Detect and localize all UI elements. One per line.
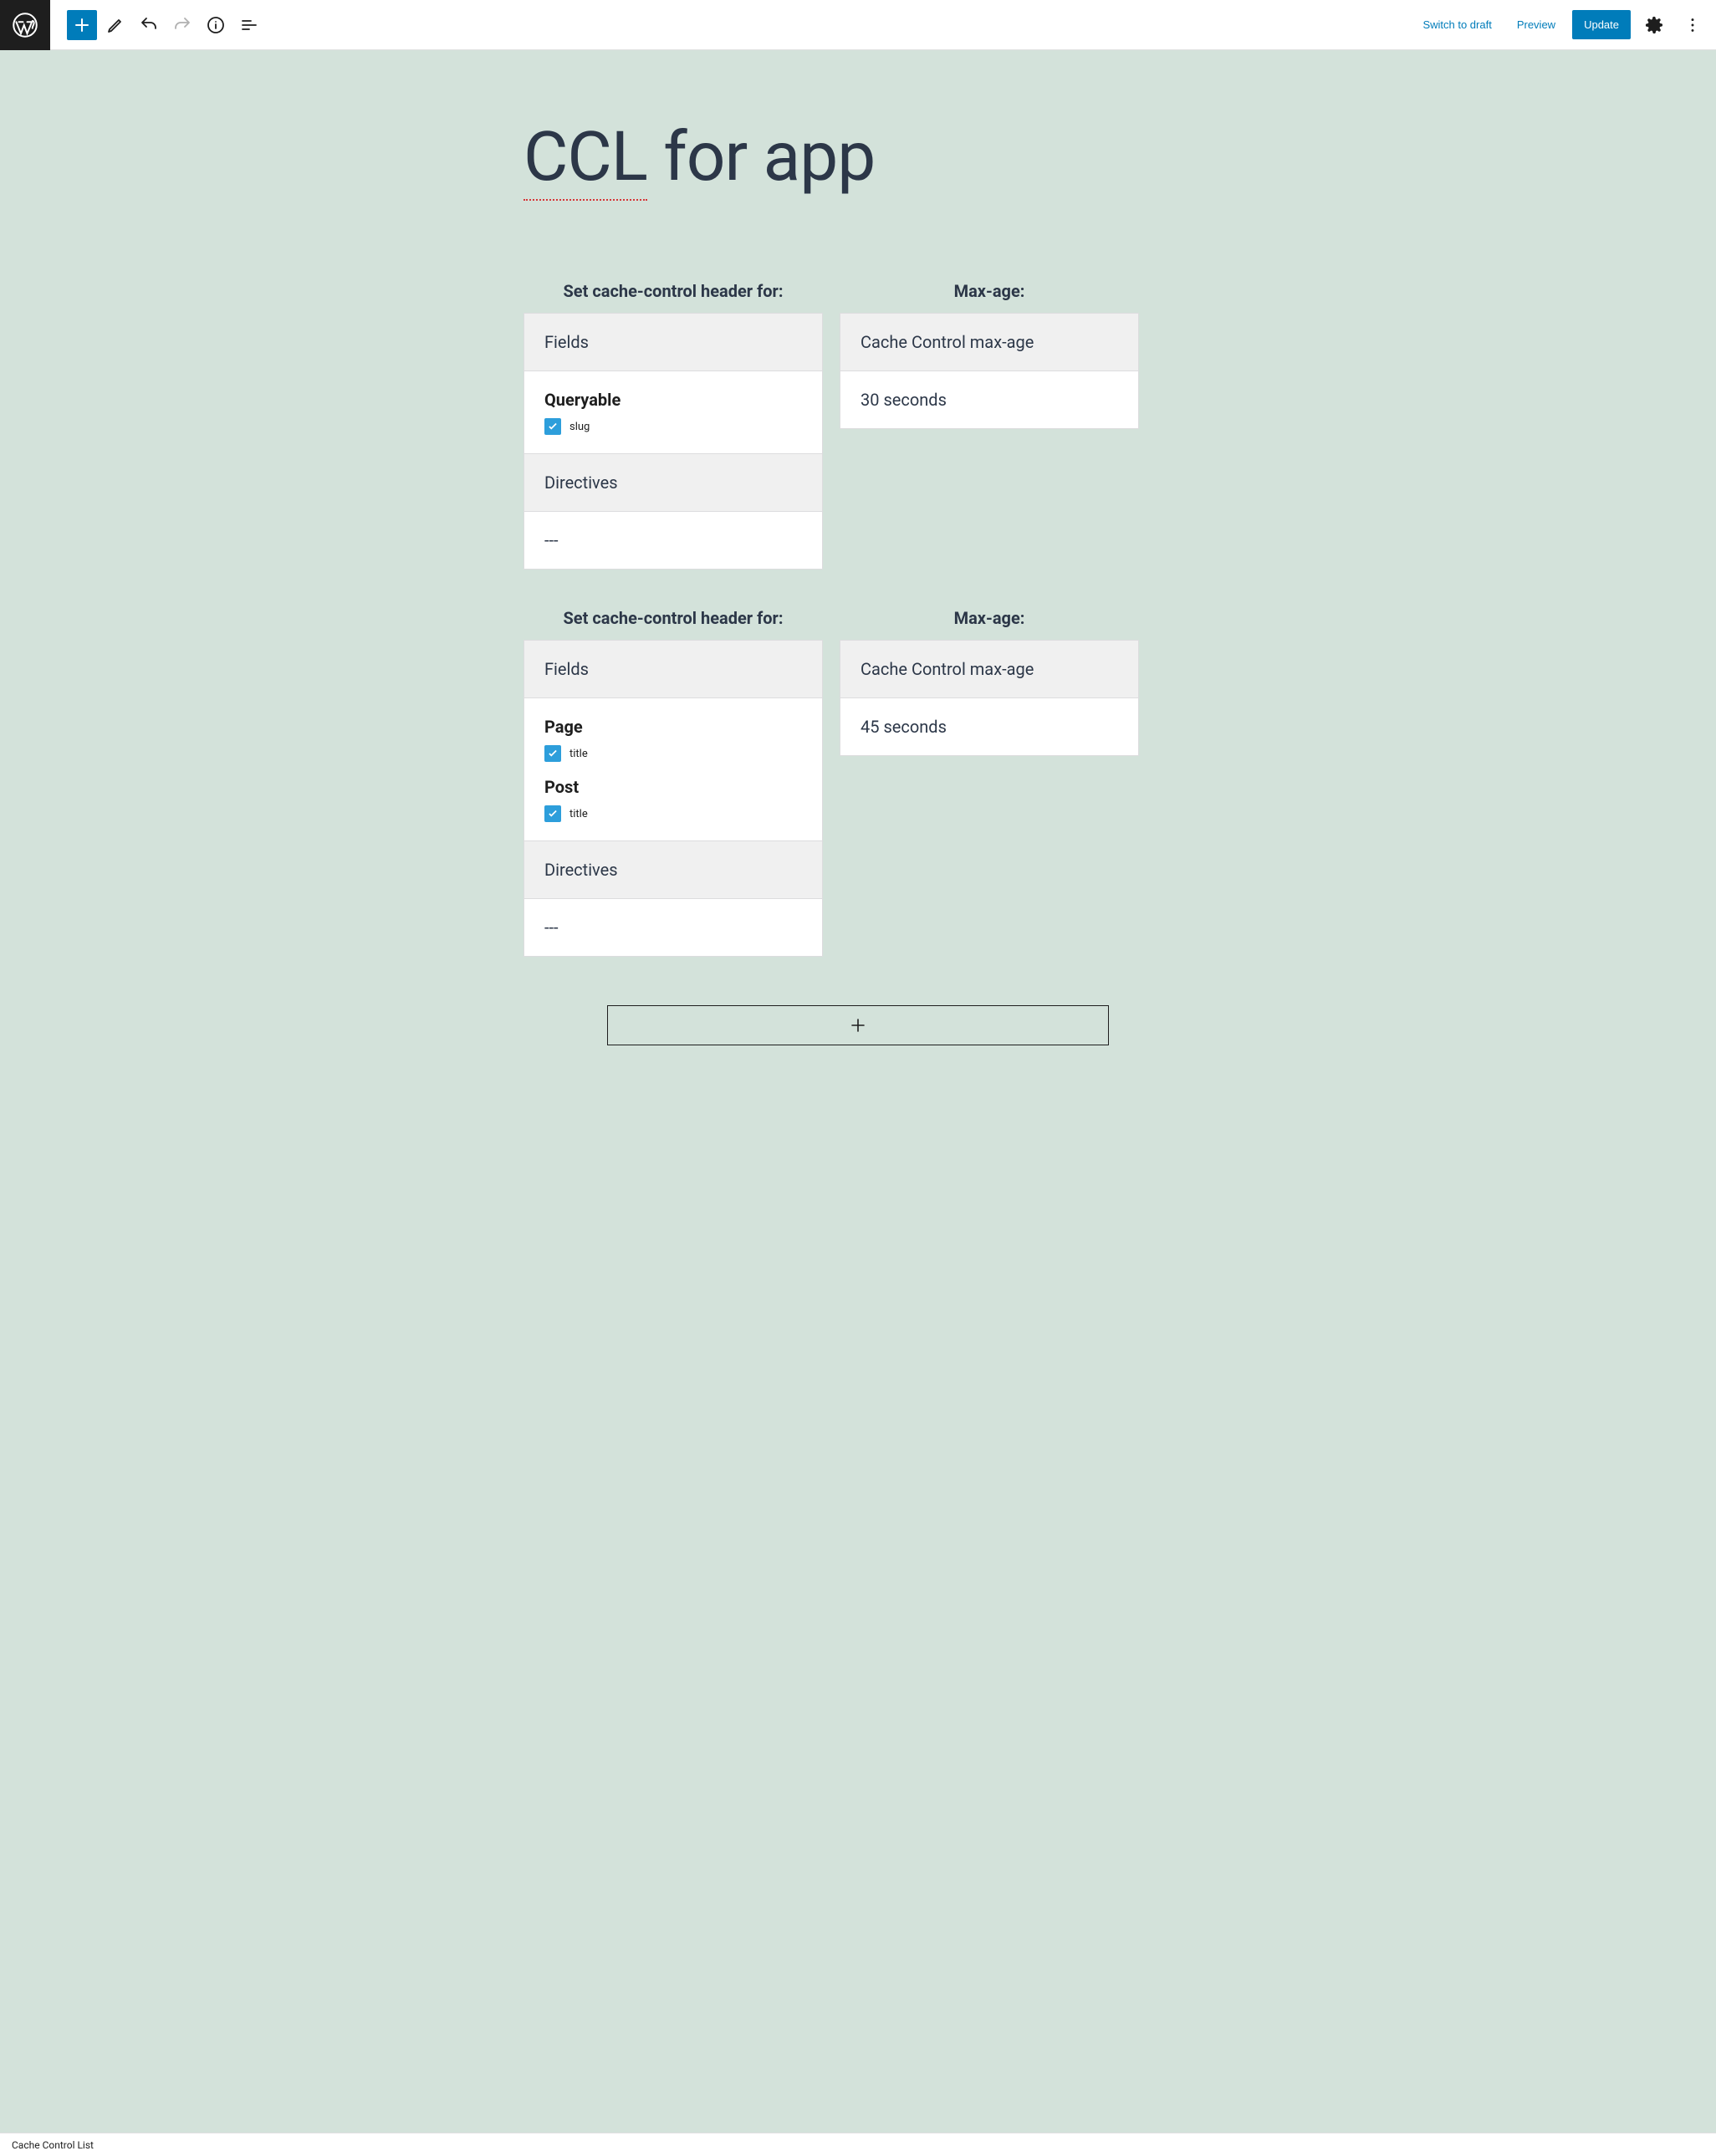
field-checkbox[interactable]	[544, 745, 561, 762]
directives-body: ---	[524, 511, 822, 569]
page-title[interactable]: CCL for app	[523, 117, 1193, 197]
info-button[interactable]	[201, 10, 231, 40]
directives-value: ---	[544, 530, 802, 550]
right-column-heading: Max-age:	[840, 608, 1139, 628]
left-column-heading: Set cache-control header for:	[523, 608, 823, 628]
maxage-card: Cache Control max-age 45 seconds	[840, 640, 1139, 756]
plus-icon	[72, 15, 92, 35]
preview-button[interactable]: Preview	[1509, 12, 1564, 38]
breadcrumb-bar: Cache Control List	[0, 2133, 1716, 2156]
toolbar-left-group	[50, 10, 264, 40]
fields-label: Fields	[544, 332, 802, 352]
maxage-card: Cache Control max-age 30 seconds	[840, 313, 1139, 429]
directives-value: ---	[544, 917, 802, 938]
field-label: title	[569, 748, 588, 760]
directives-header: Directives	[524, 453, 822, 511]
maxage-value: 45 seconds	[861, 717, 1118, 737]
maxage-body: 45 seconds	[840, 697, 1138, 755]
field-label: title	[569, 808, 588, 820]
maxage-value: 30 seconds	[861, 390, 1118, 410]
fields-card: Fields Page title Post title Directives ---	[523, 640, 823, 957]
directives-label: Directives	[544, 860, 802, 880]
fields-card: Fields Queryable slug Directives ---	[523, 313, 823, 570]
directives-label: Directives	[544, 473, 802, 493]
field-checkbox[interactable]	[544, 805, 561, 822]
plus-icon	[848, 1015, 868, 1035]
cache-control-block[interactable]: Set cache-control header for: Fields Query…	[523, 281, 1139, 570]
field-row: title	[544, 745, 802, 762]
add-block-button[interactable]	[67, 10, 97, 40]
wordpress-logo[interactable]	[0, 0, 50, 50]
kebab-icon	[1683, 16, 1702, 34]
fields-header: Fields	[524, 641, 822, 697]
field-row: slug	[544, 418, 802, 435]
block-right-column: Max-age: Cache Control max-age 30 seconds	[840, 281, 1139, 570]
wordpress-icon	[13, 13, 38, 38]
page-title-rest: for app	[647, 117, 875, 197]
maxage-body: 30 seconds	[840, 370, 1138, 428]
maxage-header: Cache Control max-age	[840, 641, 1138, 697]
editor-topbar: Switch to draft Preview Update	[0, 0, 1716, 50]
left-column-heading: Set cache-control header for:	[523, 281, 823, 301]
page-title-misspelled: CCL	[523, 117, 647, 201]
breadcrumb-item[interactable]: Cache Control List	[12, 2139, 94, 2151]
redo-button[interactable]	[167, 10, 197, 40]
editor-canvas: CCL for app Set cache-control header for…	[0, 50, 1716, 2133]
undo-button[interactable]	[134, 10, 164, 40]
cache-control-block[interactable]: Set cache-control header for: Fields Page t…	[523, 608, 1139, 957]
undo-icon	[139, 15, 159, 35]
directives-body: ---	[524, 898, 822, 956]
check-icon	[547, 421, 559, 432]
check-icon	[547, 748, 559, 759]
type-name: Post	[544, 777, 802, 797]
edit-tools-button[interactable]	[100, 10, 130, 40]
settings-button[interactable]	[1639, 10, 1669, 40]
append-block-button[interactable]	[607, 1005, 1109, 1045]
check-icon	[547, 808, 559, 820]
more-options-button[interactable]	[1678, 10, 1708, 40]
outline-icon	[239, 15, 259, 35]
redo-icon	[172, 15, 192, 35]
info-icon	[206, 15, 226, 35]
update-button[interactable]: Update	[1572, 10, 1631, 39]
gear-icon	[1645, 16, 1663, 34]
outline-button[interactable]	[234, 10, 264, 40]
toolbar-right-group: Switch to draft Preview Update	[1414, 10, 1716, 40]
right-column-heading: Max-age:	[840, 281, 1139, 301]
maxage-header: Cache Control max-age	[840, 314, 1138, 370]
type-name: Queryable	[544, 390, 802, 410]
fields-header: Fields	[524, 314, 822, 370]
fields-body: Page title Post title	[524, 697, 822, 840]
field-label: slug	[569, 421, 590, 433]
pencil-icon	[105, 15, 125, 35]
switch-to-draft-button[interactable]: Switch to draft	[1414, 12, 1499, 38]
maxage-label: Cache Control max-age	[861, 332, 1118, 352]
block-right-column: Max-age: Cache Control max-age 45 seconds	[840, 608, 1139, 957]
type-name: Page	[544, 717, 802, 737]
block-left-column: Set cache-control header for: Fields Query…	[523, 281, 823, 570]
fields-label: Fields	[544, 659, 802, 679]
field-row: title	[544, 805, 802, 822]
block-left-column: Set cache-control header for: Fields Page t…	[523, 608, 823, 957]
directives-header: Directives	[524, 840, 822, 898]
fields-body: Queryable slug	[524, 370, 822, 453]
maxage-label: Cache Control max-age	[861, 659, 1118, 679]
field-checkbox[interactable]	[544, 418, 561, 435]
